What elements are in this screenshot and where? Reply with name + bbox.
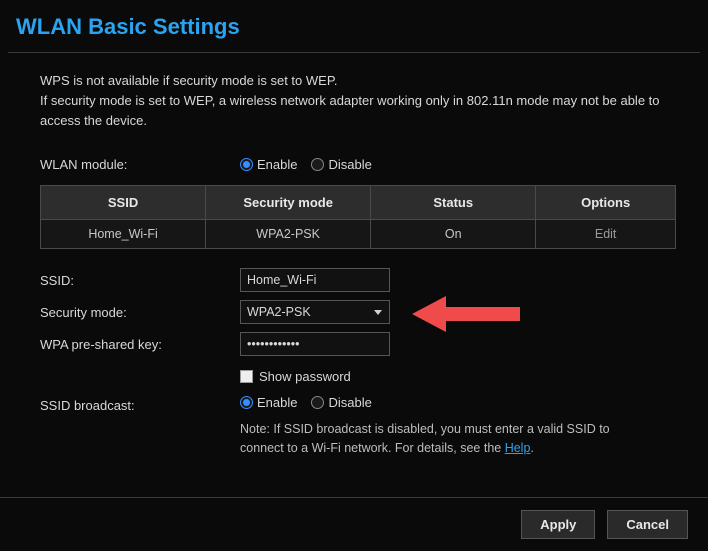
warning-line1: WPS is not available if security mode is… bbox=[40, 71, 674, 91]
security-mode-label: Security mode: bbox=[40, 305, 240, 320]
th-options: Options bbox=[536, 186, 676, 220]
ssid-broadcast-enable-label: Enable bbox=[257, 395, 297, 410]
th-ssid: SSID bbox=[41, 186, 206, 220]
ssid-broadcast-disable-label: Disable bbox=[328, 395, 371, 410]
ssid-label: SSID: bbox=[40, 273, 240, 288]
td-status: On bbox=[371, 220, 536, 249]
wpa-key-label: WPA pre-shared key: bbox=[40, 337, 240, 352]
td-security-mode: WPA2-PSK bbox=[206, 220, 371, 249]
td-ssid: Home_Wi-Fi bbox=[41, 220, 206, 249]
note-suffix: . bbox=[530, 441, 533, 455]
td-edit-link[interactable]: Edit bbox=[536, 220, 676, 249]
table-row[interactable]: Home_Wi-Fi WPA2-PSK On Edit bbox=[41, 220, 676, 249]
security-mode-select[interactable]: WPA2-PSK bbox=[240, 300, 390, 324]
ssid-table: SSID Security mode Status Options Home_W… bbox=[40, 185, 676, 249]
page-title: WLAN Basic Settings bbox=[0, 0, 708, 52]
wlan-module-disable-radio[interactable] bbox=[311, 158, 324, 171]
wlan-module-enable-radio[interactable] bbox=[240, 158, 253, 171]
ssid-broadcast-radio-group: Enable Disable bbox=[240, 395, 382, 410]
warning-line2: If security mode is set to WEP, a wirele… bbox=[40, 91, 674, 131]
show-password-label: Show password bbox=[259, 369, 351, 384]
wpa-key-input[interactable] bbox=[240, 332, 390, 356]
th-security-mode: Security mode bbox=[206, 186, 371, 220]
ssid-broadcast-disable-radio[interactable] bbox=[311, 396, 324, 409]
footer: Apply Cancel bbox=[0, 497, 708, 551]
ssid-input[interactable] bbox=[240, 268, 390, 292]
warning-text: WPS is not available if security mode is… bbox=[40, 71, 674, 131]
ssid-broadcast-label: SSID broadcast: bbox=[40, 395, 240, 413]
show-password-checkbox[interactable] bbox=[240, 370, 253, 383]
wlan-module-disable-label: Disable bbox=[328, 157, 371, 172]
note-prefix: Note: If SSID broadcast is disabled, you… bbox=[240, 422, 610, 454]
ssid-broadcast-note: Note: If SSID broadcast is disabled, you… bbox=[240, 420, 630, 456]
wlan-module-radio-group: Enable Disable bbox=[240, 157, 382, 172]
wlan-module-label: WLAN module: bbox=[40, 157, 240, 172]
annotation-arrow-icon bbox=[412, 292, 522, 336]
ssid-broadcast-enable-radio[interactable] bbox=[240, 396, 253, 409]
wlan-module-enable-label: Enable bbox=[257, 157, 297, 172]
cancel-button[interactable]: Cancel bbox=[607, 510, 688, 539]
help-link[interactable]: Help bbox=[505, 441, 531, 455]
apply-button[interactable]: Apply bbox=[521, 510, 595, 539]
th-status: Status bbox=[371, 186, 536, 220]
